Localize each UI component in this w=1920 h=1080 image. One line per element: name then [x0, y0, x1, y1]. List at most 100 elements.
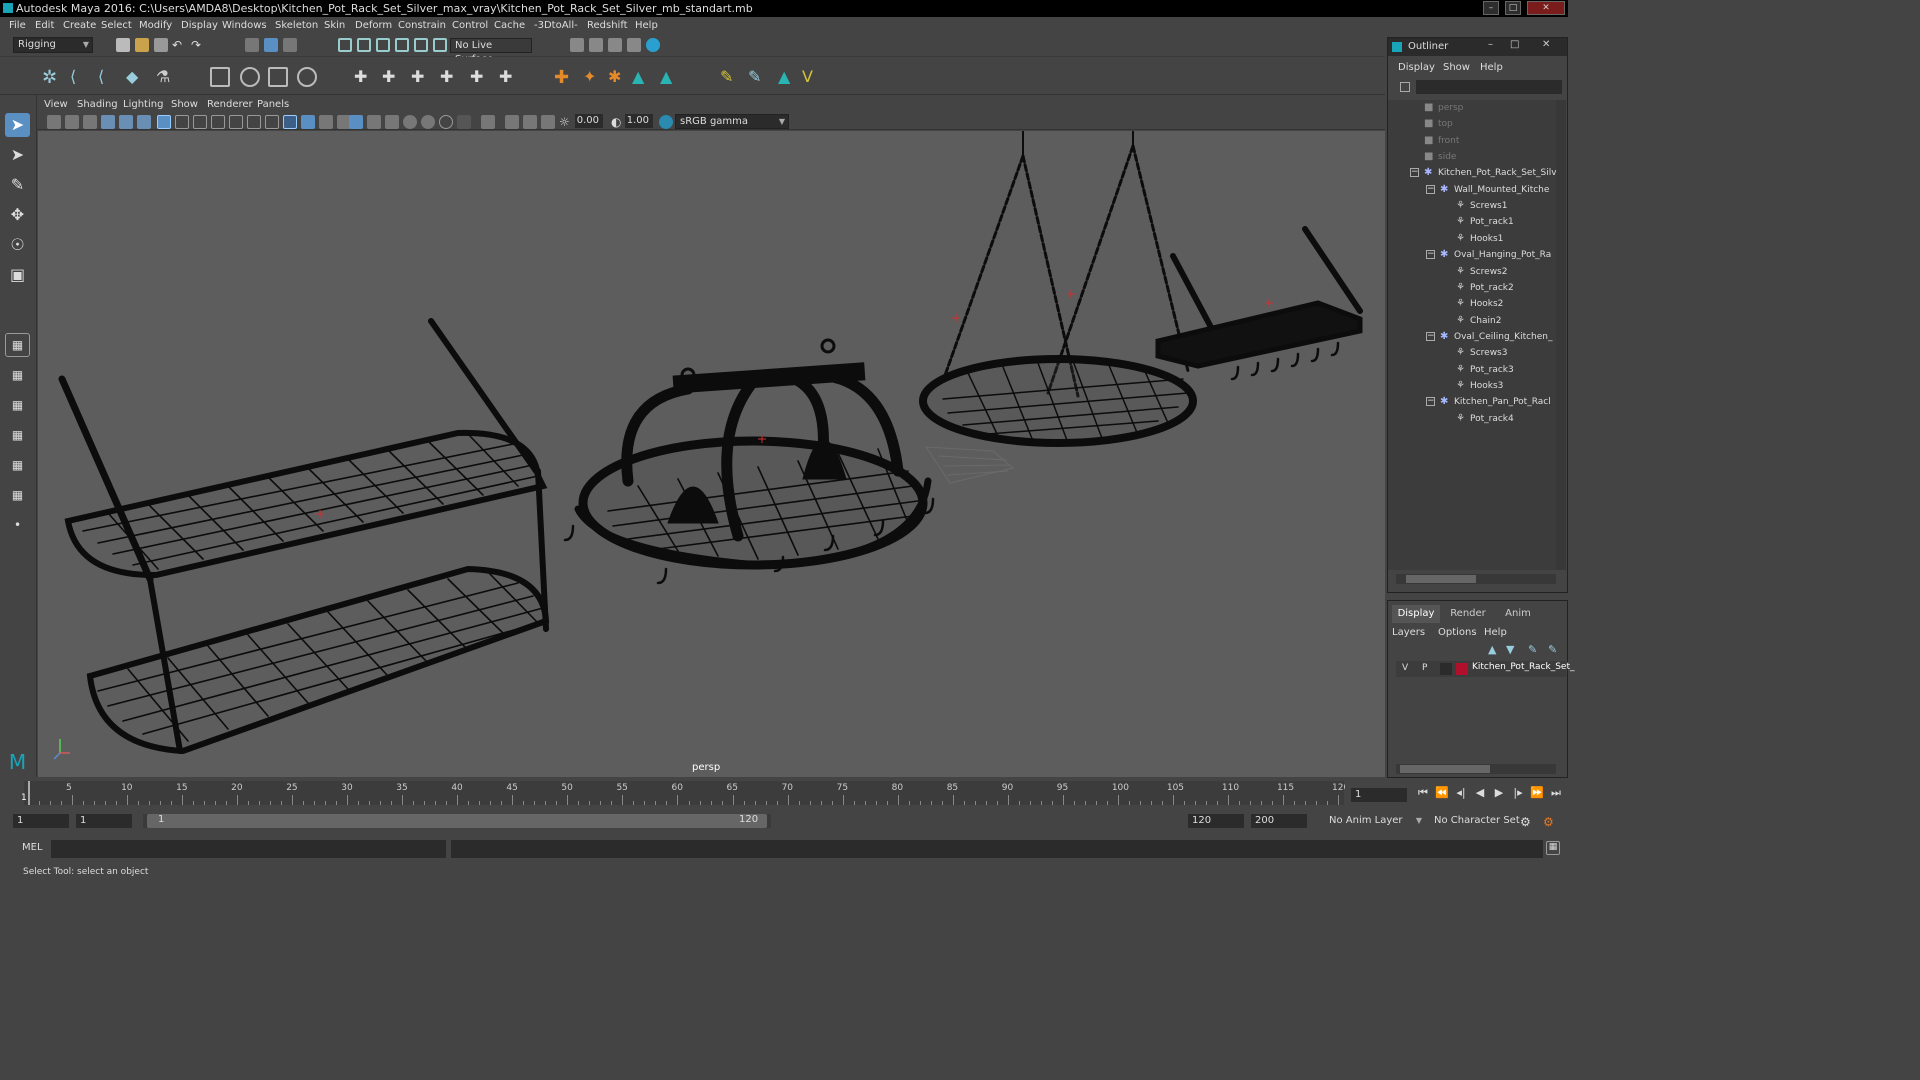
layer-playback-toggle[interactable]: P [1422, 663, 1436, 675]
four-view-layout-icon[interactable]: ▦ [5, 363, 30, 387]
image-plane-icon[interactable] [101, 115, 115, 129]
anim-layer-dropdown[interactable]: No Anim Layer ▼ [1325, 814, 1425, 829]
render-view-icon[interactable] [646, 38, 660, 52]
exposure-icon[interactable]: ☼ [559, 115, 573, 129]
ik-spline-icon[interactable]: ◆ [126, 67, 146, 87]
select-camera-icon[interactable] [47, 115, 61, 129]
menu-modify[interactable]: Modify [139, 20, 172, 31]
layer-color-swatch[interactable] [1456, 663, 1468, 675]
outliner-item[interactable]: ⚘ Screws2 [1388, 264, 1556, 280]
layer-horizontal-scrollbar[interactable] [1396, 764, 1556, 774]
outliner-item[interactable]: ⚘ Pot_rack4 [1388, 411, 1556, 427]
depth-of-field-icon[interactable] [439, 115, 453, 129]
time-slider[interactable]: 1 5 10 15 20 25 30 35 40 45 50 55 60 65 70 75 80 85 90 95 10… [0, 778, 1385, 808]
snap-point-icon[interactable] [376, 38, 390, 52]
bind-skin-icon[interactable]: ✚ [354, 67, 374, 87]
hypershade-layout-icon[interactable]: ▦ [5, 453, 30, 477]
insert-joint-icon[interactable]: ⟨ [70, 67, 90, 87]
playback-start-field[interactable]: 1 [76, 814, 132, 828]
auto-key-icon[interactable]: ⚙ [1520, 815, 1534, 829]
outliner-item[interactable]: ■ persp [1388, 100, 1556, 116]
menu-file[interactable]: File [9, 20, 26, 31]
anti-aliasing-icon[interactable] [421, 115, 435, 129]
outliner-menu-display[interactable]: Display [1398, 62, 1435, 73]
menu-select[interactable]: Select [101, 20, 132, 31]
character-set-dropdown[interactable]: No Character Set [1430, 814, 1520, 829]
outliner-item[interactable]: − ✱ Kitchen_Pan_Pot_Racl [1388, 394, 1556, 410]
ipr-render-icon[interactable] [589, 38, 603, 52]
outliner-item[interactable]: − ✱ Oval_Ceiling_Kitchen_ [1388, 329, 1556, 345]
wrap-deformer-icon[interactable] [297, 67, 317, 87]
outliner-item[interactable]: ■ side [1388, 149, 1556, 165]
sculpt-deformer-icon[interactable] [240, 67, 260, 87]
live-surface-field[interactable]: No Live Surface [450, 38, 532, 65]
shadows-icon[interactable] [367, 115, 381, 129]
ik-handle-icon[interactable]: ⟨ [98, 67, 118, 87]
redshift-icon[interactable]: V [802, 67, 822, 87]
step-back-key-button[interactable]: ⏪ [1434, 786, 1450, 802]
playback-end-field[interactable]: 120 [1188, 814, 1244, 828]
hud-icon[interactable] [541, 115, 555, 129]
minimize-button[interactable]: – [1483, 1, 1499, 15]
layer-menu-help[interactable]: Help [1484, 627, 1507, 638]
maximize-button[interactable]: □ [1505, 1, 1521, 15]
select-tool-icon[interactable]: ➤ [5, 113, 30, 137]
ambient-occlusion-icon[interactable] [385, 115, 399, 129]
menu-create[interactable]: Create [63, 20, 96, 31]
menu-skeleton[interactable]: Skeleton [275, 20, 318, 31]
smooth-bind-icon[interactable]: ✚ [382, 67, 402, 87]
step-back-frame-button[interactable]: ◂| [1453, 786, 1469, 802]
panel-menu-renderer[interactable]: Renderer [207, 99, 253, 110]
panel-menu-panels[interactable]: Panels [257, 99, 289, 110]
snap-grid-icon[interactable] [338, 38, 352, 52]
point-constraint-icon[interactable]: ✱ [608, 67, 628, 87]
layer-row[interactable]: V P Kitchen_Pot_Rack_Set_ [1396, 661, 1574, 677]
menu-cache[interactable]: Cache [494, 20, 525, 31]
outliner-item[interactable]: ⚘ Screws3 [1388, 345, 1556, 361]
menu-control[interactable]: Control [452, 20, 488, 31]
use-lights-icon[interactable] [349, 115, 363, 129]
outliner-scroll-thumb[interactable] [1406, 575, 1476, 583]
outliner-minimize-button[interactable]: – [1488, 39, 1493, 50]
lasso-tool-icon[interactable]: ➤ [5, 143, 30, 167]
render-frame-icon[interactable] [570, 38, 584, 52]
paint-weights-icon[interactable]: ✚ [440, 67, 460, 87]
move-layer-up-icon[interactable]: ▲ [1488, 643, 1502, 657]
make-live-icon[interactable] [433, 38, 447, 52]
menu-redshift[interactable]: Redshift [587, 20, 628, 31]
bookmarks-icon[interactable] [83, 115, 97, 129]
outliner-horizontal-scrollbar[interactable] [1396, 574, 1556, 584]
undo-icon[interactable]: ↶ [172, 38, 186, 52]
range-slider-handle[interactable] [147, 814, 767, 828]
camera-attributes-icon[interactable] [65, 115, 79, 129]
menu-display[interactable]: Display [181, 20, 218, 31]
menu-deform[interactable]: Deform [355, 20, 392, 31]
motion-blur-icon[interactable] [403, 115, 417, 129]
save-scene-icon[interactable] [154, 38, 168, 52]
rotate-tool-icon[interactable]: ☉ [5, 233, 30, 257]
xray-icon[interactable] [481, 115, 495, 129]
blend-shape-icon[interactable]: ✎ [748, 67, 768, 87]
film-gate-icon[interactable] [175, 115, 189, 129]
copy-weights-icon[interactable]: ✚ [499, 67, 519, 87]
layer-visibility-toggle[interactable]: V [1402, 663, 1416, 675]
new-scene-icon[interactable] [116, 38, 130, 52]
menu-skin[interactable]: Skin [324, 20, 345, 31]
menu-3dtoall[interactable]: -3DtoAll- [534, 20, 578, 31]
step-forward-frame-button[interactable]: |▸ [1510, 786, 1526, 802]
current-frame-field[interactable]: 1 [1351, 788, 1407, 802]
close-button[interactable]: ✕ [1527, 1, 1565, 15]
new-empty-layer-icon[interactable]: ✎ [1528, 643, 1542, 657]
hypershade-icon[interactable] [627, 38, 641, 52]
menu-windows[interactable]: Windows [222, 20, 267, 31]
expand-collapse-icon[interactable]: − [1410, 168, 1419, 178]
outliner-vertical-scrollbar[interactable] [1556, 100, 1566, 570]
toolbox-more-icon[interactable]: • [5, 513, 30, 537]
outliner-search-input[interactable] [1416, 80, 1562, 94]
outliner-item[interactable]: ⚘ Chain2 [1388, 313, 1556, 329]
exposure-field[interactable]: 0.00 [575, 114, 603, 128]
redo-icon[interactable]: ↷ [191, 38, 205, 52]
select-by-component-icon[interactable] [283, 38, 297, 52]
outliner-item[interactable]: ■ front [1388, 133, 1556, 149]
new-layer-selected-icon[interactable]: ✎ [1548, 643, 1562, 657]
